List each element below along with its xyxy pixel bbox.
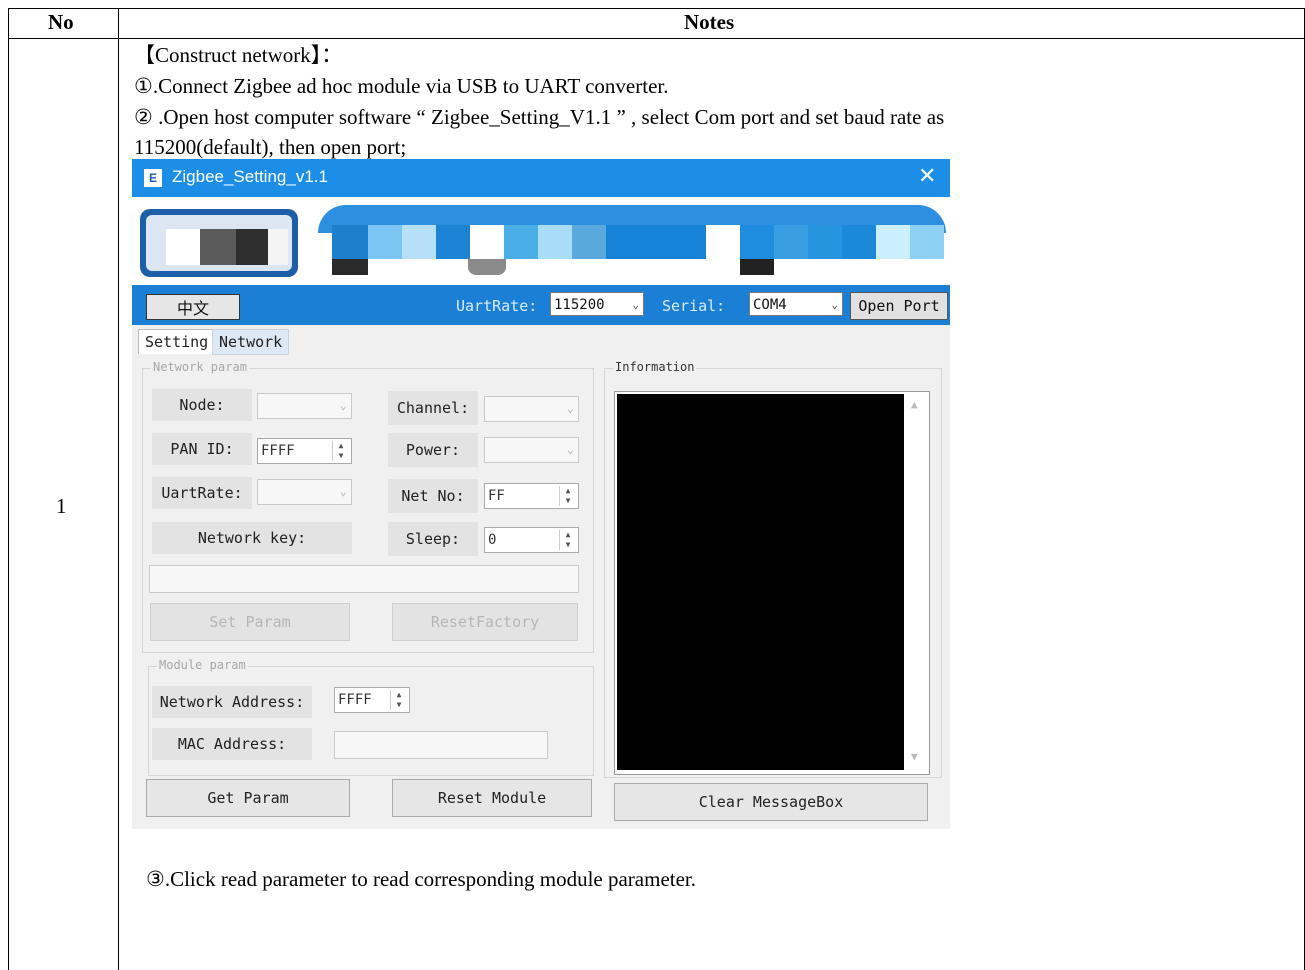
logo-block <box>166 229 200 265</box>
uartrate-select-value: 115200 <box>554 297 605 313</box>
banner-tile <box>436 225 470 259</box>
app-icon: E <box>144 169 162 187</box>
banner-tile <box>332 225 368 259</box>
reset-module-button[interactable]: Reset Module <box>392 779 592 817</box>
spinner-arrows-icon[interactable]: ▲ ▼ <box>332 441 349 461</box>
table-top-border <box>8 8 1305 9</box>
table-column-divider <box>118 8 119 970</box>
pan-id-stepper[interactable]: FFFF ▲ ▼ <box>257 438 352 464</box>
serial-port-value: COM4 <box>753 297 787 313</box>
banner-tile <box>740 259 774 275</box>
node-select[interactable]: ⌄ <box>257 393 352 419</box>
scroll-up-icon[interactable]: ▲ <box>911 398 918 411</box>
mac-address-input[interactable] <box>334 731 548 759</box>
uartrate-select[interactable]: 115200 ⌄ <box>550 292 644 316</box>
power-label: Power: <box>388 433 478 467</box>
logo-block <box>200 229 236 265</box>
chevron-down-icon: ⌄ <box>831 298 838 311</box>
language-button[interactable]: 中文 <box>146 294 240 320</box>
network-address-label: Network Address: <box>152 686 312 718</box>
banner-tile <box>572 225 606 259</box>
banner-tile <box>842 225 876 259</box>
pan-id-value: FFFF <box>261 443 295 459</box>
sleep-stepper[interactable]: 0 ▲ ▼ <box>484 527 579 553</box>
logo-block <box>268 229 288 265</box>
channel-select[interactable]: ⌄ <box>484 396 579 422</box>
notes-step-2-line-2: 115200(default), then open port; <box>134 135 407 159</box>
header-notes: Notes <box>684 10 735 34</box>
banner-tile <box>332 259 368 275</box>
mac-address-label: MAC Address: <box>152 728 312 760</box>
table-left-border <box>8 8 9 970</box>
serial-label: Serial: <box>662 297 726 315</box>
tab-setting[interactable]: Setting <box>138 329 216 354</box>
network-address-value: FFFF <box>338 692 372 708</box>
tab-network[interactable]: Network <box>212 329 290 355</box>
close-icon[interactable]: ✕ <box>918 164 936 189</box>
banner-tile <box>470 225 504 259</box>
spinner-arrows-icon[interactable]: ▲ ▼ <box>559 486 576 506</box>
get-param-button[interactable]: Get Param <box>146 779 350 817</box>
uartrate-param-label: UartRate: <box>152 477 252 509</box>
clear-messagebox-button[interactable]: Clear MessageBox <box>614 783 928 821</box>
logo-block <box>236 229 268 265</box>
banner-tile <box>876 225 910 259</box>
banner-tile <box>468 259 506 275</box>
net-no-label: Net No: <box>388 479 478 513</box>
window-titlebar: E Zigbee_Setting_v1.1 ✕ <box>132 159 950 197</box>
notes-step-2-line-1: ② .Open host computer software “ Zigbee_… <box>134 105 945 129</box>
chevron-down-icon: ⌄ <box>632 298 639 311</box>
table-header-border <box>8 38 1305 39</box>
spinner-arrows-icon[interactable]: ▲ ▼ <box>559 530 576 550</box>
set-param-button[interactable]: Set Param <box>150 603 350 641</box>
power-select[interactable]: ⌄ <box>484 437 579 463</box>
message-box-content <box>617 394 904 770</box>
chevron-down-icon: ⌄ <box>339 398 347 412</box>
channel-label: Channel: <box>388 391 478 425</box>
banner-tile <box>606 225 706 259</box>
network-key-label: Network key: <box>152 522 352 554</box>
banner-tile <box>774 225 808 259</box>
network-param-title: Network param <box>151 360 249 374</box>
row-number: 1 <box>56 494 67 518</box>
brand-banner <box>132 197 950 285</box>
uartrate-param-select[interactable]: ⌄ <box>257 479 352 505</box>
toolbar: 中文 UartRate: 115200 ⌄ Serial: COM4 ⌄ Ope… <box>132 285 950 325</box>
chevron-down-icon: ⌄ <box>566 442 574 456</box>
module-param-title: Module param <box>157 658 248 672</box>
window-title: Zigbee_Setting_v1.1 <box>172 167 328 186</box>
net-no-value: FF <box>488 488 505 504</box>
banner-tile <box>910 225 944 259</box>
header-no: No <box>48 10 74 34</box>
banner-tile <box>740 225 774 259</box>
chevron-down-icon: ⌄ <box>339 484 347 498</box>
notes-step-3: ③.Click read parameter to read correspon… <box>146 867 697 891</box>
banner-tile <box>368 225 402 259</box>
pan-id-label: PAN ID: <box>152 433 252 465</box>
sleep-label: Sleep: <box>388 522 478 556</box>
banner-tile <box>808 225 842 259</box>
sleep-value: 0 <box>488 532 497 548</box>
network-key-input[interactable] <box>149 565 579 593</box>
banner-tile <box>706 225 740 259</box>
net-no-stepper[interactable]: FF ▲ ▼ <box>484 483 579 509</box>
banner-tile <box>402 225 436 259</box>
banner-tile <box>538 225 572 259</box>
chevron-down-icon: ⌄ <box>566 401 574 415</box>
notes-step-1: ①.Connect Zigbee ad hoc module via USB t… <box>134 74 669 98</box>
open-port-button[interactable]: Open Port <box>850 292 948 320</box>
information-title: Information <box>613 360 697 374</box>
uartrate-label: UartRate: <box>456 297 538 315</box>
network-address-stepper[interactable]: FFFF ▲ ▼ <box>334 687 410 713</box>
scroll-down-icon[interactable]: ▼ <box>911 750 918 763</box>
message-box[interactable]: ▲ ▼ <box>614 391 930 775</box>
reset-factory-button[interactable]: ResetFactory <box>392 603 578 641</box>
zigbee-setting-window: E Zigbee_Setting_v1.1 ✕ 中文 UartRate: 115… <box>132 159 950 829</box>
node-label: Node: <box>152 389 252 421</box>
serial-port-select[interactable]: COM4 ⌄ <box>749 292 843 316</box>
banner-tile <box>504 225 538 259</box>
notes-heading: 【Construct network】： <box>134 43 343 67</box>
spinner-arrows-icon[interactable]: ▲ ▼ <box>390 690 407 710</box>
brand-logo <box>140 209 298 277</box>
